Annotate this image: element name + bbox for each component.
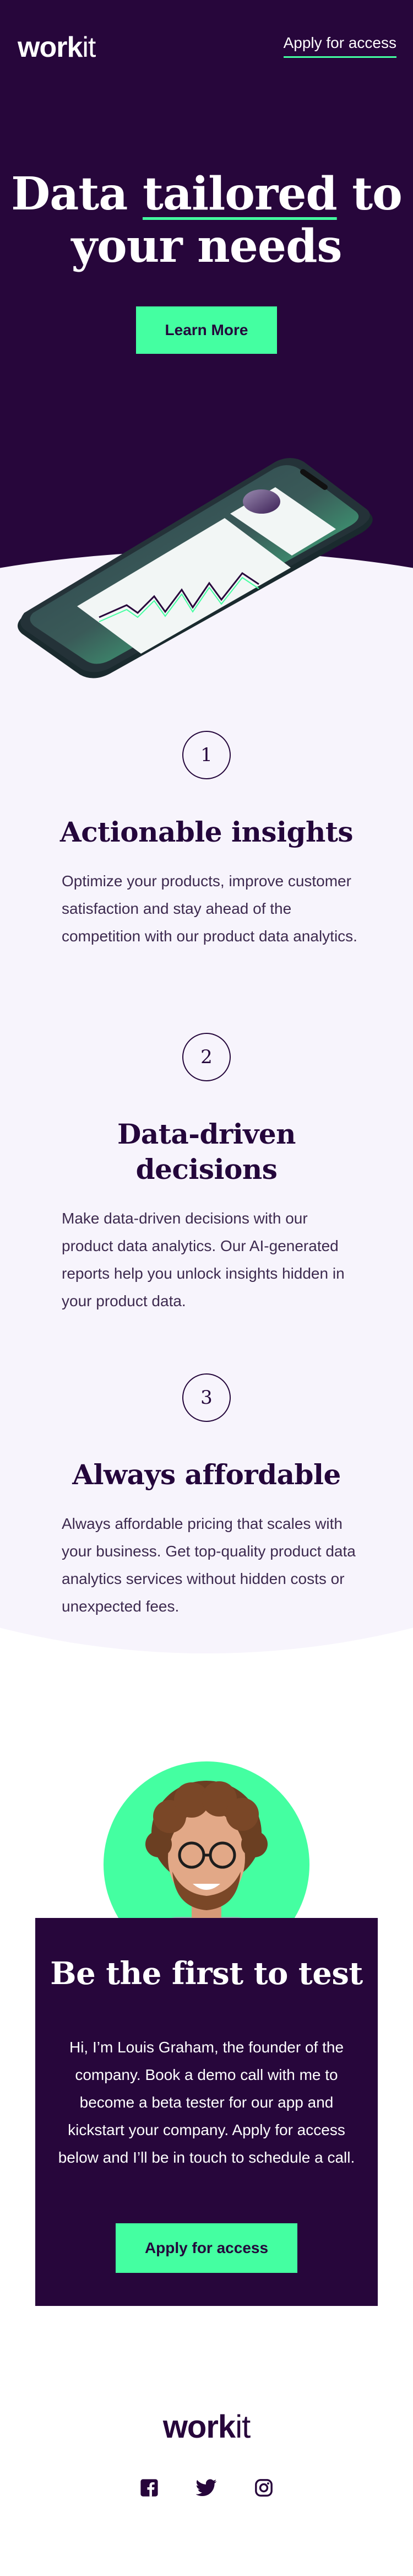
phone-graphic [18, 458, 373, 678]
facebook-icon[interactable] [138, 2477, 160, 2499]
logo-bold-text: work [162, 2409, 236, 2445]
social-links [0, 2477, 413, 2499]
cta-card: Be the first to test Hi, I’m Louis Graha… [35, 1918, 378, 2306]
hero-title-underlined: tailored [142, 168, 338, 220]
feature-number-badge: 1 [182, 731, 231, 779]
footer-logo[interactable]: workit [0, 2408, 413, 2445]
cta-title: Be the first to test [50, 1955, 363, 1992]
nav-apply-link[interactable]: Apply for access [283, 34, 396, 58]
feature-text: Optimize your products, improve customer… [62, 872, 357, 945]
feature-title-line2: decisions [135, 1153, 278, 1185]
learn-more-button[interactable]: Learn More [136, 306, 277, 354]
instagram-icon[interactable] [253, 2477, 275, 2499]
feature-title: Always affordable [72, 1458, 341, 1491]
twitter-icon[interactable] [195, 2477, 218, 2499]
feature-number-badge: 3 [182, 1373, 231, 1422]
hero-title: Data tailored to your needs [0, 168, 413, 273]
phone-illustration [17, 452, 374, 683]
apply-for-access-button[interactable]: Apply for access [116, 2223, 297, 2273]
logo-thin-text: it [82, 31, 96, 63]
page: workit Apply for access Data tailored to… [0, 0, 413, 2576]
feature-text: Make data-driven decisions with our prod… [62, 1210, 345, 1309]
feature-title: Data-driven decisions [44, 1117, 369, 1187]
header-logo[interactable]: workit [18, 31, 96, 63]
cta-text: Hi, I’m Louis Graham, the founder of the… [58, 2039, 355, 2166]
logo-thin-text: it [235, 2409, 251, 2445]
hero-title-line2: your needs [71, 220, 342, 273]
logo-bold-text: work [18, 31, 83, 63]
feature-text: Always affordable pricing that scales wi… [62, 1515, 356, 1615]
feature-title-line1: Data-driven [117, 1118, 296, 1150]
feature-title: Actionable insights [59, 816, 354, 848]
feature-number-badge: 2 [182, 1033, 231, 1081]
hero-title-part2: to [336, 168, 403, 220]
hero-title-part1: Data [11, 168, 143, 220]
